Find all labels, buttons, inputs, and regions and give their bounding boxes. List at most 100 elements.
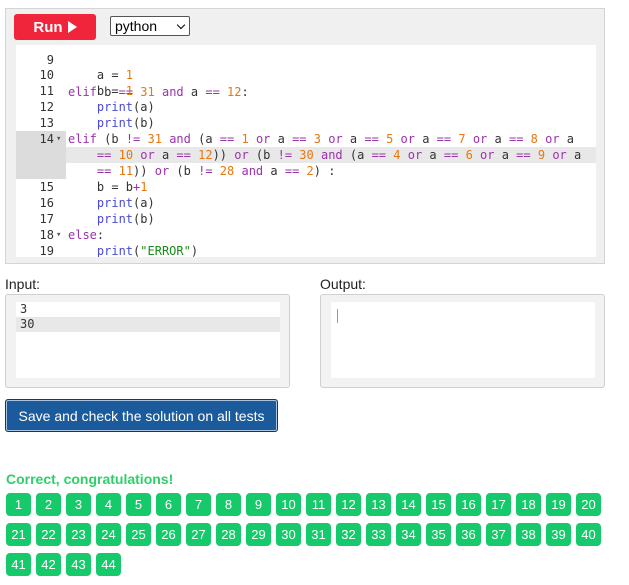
code-line: == 10 or a == 12)) or (b != 30 and (a ==… <box>16 147 596 163</box>
code-line: 16 print(a) <box>16 195 596 211</box>
code-text: b = b+1 <box>68 180 148 194</box>
code-editor[interactable]: 9 ▾ elif b == 31 and a == 12: 10 a = 111… <box>16 45 596 257</box>
test-badge[interactable]: 28 <box>216 523 241 546</box>
test-badge[interactable]: 1 <box>6 493 31 516</box>
test-badge[interactable]: 40 <box>576 523 601 546</box>
language-select[interactable]: python <box>110 16 190 36</box>
test-badge[interactable]: 30 <box>276 523 301 546</box>
test-badge[interactable]: 44 <box>96 553 121 576</box>
line-number: 18 <box>39 228 54 242</box>
chevron-down-icon <box>176 20 186 30</box>
code-line: 18 ▾ else: <box>16 227 596 243</box>
input-line: 3 <box>20 302 28 316</box>
test-badge[interactable]: 43 <box>66 553 91 576</box>
test-badge[interactable]: 11 <box>306 493 331 516</box>
test-badge[interactable]: 6 <box>156 493 181 516</box>
test-badge[interactable]: 22 <box>36 523 61 546</box>
code-text: else: <box>68 228 105 242</box>
code-line: 12 print(a) <box>16 99 596 115</box>
test-badge[interactable]: 10 <box>276 493 301 516</box>
test-badge[interactable]: 41 <box>6 553 31 576</box>
code-text: print(a) <box>96 100 155 114</box>
test-badge[interactable]: 15 <box>426 493 451 516</box>
code-text: == 10 or a == 12)) or (b != 30 and (a ==… <box>96 148 582 162</box>
input-label: Input: <box>5 276 41 292</box>
test-badge[interactable]: 35 <box>426 523 451 546</box>
test-badge[interactable]: 42 <box>36 553 61 576</box>
code-line-partial: 9 ▾ elif b == 31 and a == 12: <box>16 45 596 99</box>
code-text: print(b) <box>96 116 155 130</box>
line-number: 15 <box>39 180 54 194</box>
test-badge[interactable]: 19 <box>546 493 571 516</box>
test-badge[interactable]: 8 <box>216 493 241 516</box>
code-text: print("ERROR") <box>96 244 199 257</box>
language-value: python <box>115 18 158 34</box>
code-line: 13 print(b) <box>16 115 596 131</box>
test-badge[interactable]: 38 <box>516 523 541 546</box>
test-badge[interactable]: 13 <box>366 493 391 516</box>
test-badge[interactable]: 16 <box>456 493 481 516</box>
code-editor-panel: Run python 9 ▾ elif b == 31 and a == 12:… <box>5 8 605 264</box>
test-badge[interactable]: 25 <box>126 523 151 546</box>
line-number: 11 <box>39 84 54 98</box>
input-line: 30 <box>16 317 280 332</box>
test-badge[interactable]: 9 <box>246 493 271 516</box>
code-text: elif (b != 31 and (a == 1 or a == 3 or a… <box>68 132 575 146</box>
result-message: Correct, congratulations! <box>6 471 174 487</box>
test-badge[interactable]: 26 <box>156 523 181 546</box>
output-label: Output: <box>320 276 366 292</box>
test-badge[interactable]: 31 <box>306 523 331 546</box>
line-number: 10 <box>39 68 54 82</box>
test-badge[interactable]: 2 <box>36 493 61 516</box>
test-badge[interactable]: 33 <box>366 523 391 546</box>
test-badge[interactable]: 37 <box>486 523 511 546</box>
test-badge[interactable]: 12 <box>336 493 361 516</box>
code-text: == 11)) or (b != 28 and a == 2) : <box>96 164 336 178</box>
code-line: 10 a = 1 <box>16 67 596 83</box>
line-number: 12 <box>39 100 54 114</box>
test-badge[interactable]: 39 <box>546 523 571 546</box>
text-cursor <box>337 309 338 323</box>
test-badge[interactable]: 23 <box>66 523 91 546</box>
input-editor[interactable]: 3 30 <box>16 302 280 378</box>
input-panel: 3 30 <box>5 294 290 388</box>
code-line: 15 b = b+1 <box>16 179 596 195</box>
code-text: a = 1 <box>68 68 134 82</box>
output-panel <box>320 294 605 388</box>
fold-arrow-icon[interactable]: ▾ <box>56 227 61 243</box>
line-number: 17 <box>39 212 54 226</box>
code-line: == 11)) or (b != 28 and a == 2) : <box>16 163 596 179</box>
test-badge[interactable]: 7 <box>186 493 211 516</box>
test-badge[interactable]: 24 <box>96 523 121 546</box>
test-badge[interactable]: 21 <box>6 523 31 546</box>
test-badge[interactable]: 4 <box>96 493 121 516</box>
editor-toolbar: Run python <box>6 9 604 45</box>
line-number: 9 <box>46 53 54 67</box>
line-number: 16 <box>39 196 54 210</box>
run-label: Run <box>33 18 63 36</box>
test-badge[interactable]: 20 <box>576 493 601 516</box>
line-number: 13 <box>39 116 54 130</box>
output-editor[interactable] <box>331 302 595 378</box>
test-badge[interactable]: 36 <box>456 523 481 546</box>
test-badge[interactable]: 5 <box>126 493 151 516</box>
fold-arrow-icon[interactable]: ▾ <box>56 131 61 147</box>
test-badge[interactable]: 14 <box>396 493 421 516</box>
test-badge[interactable]: 3 <box>66 493 91 516</box>
code-line: 14 ▾ elif (b != 31 and (a == 1 or a == 3 o… <box>16 131 596 147</box>
save-and-check-button[interactable]: Save and check the solution on all tests <box>5 399 278 432</box>
code-line: 11 b = 1 <box>16 83 596 99</box>
line-number: 14 <box>39 132 54 146</box>
code-text: print(b) <box>96 212 155 226</box>
code-text: b = 1 <box>68 84 134 98</box>
test-badge[interactable]: 17 <box>486 493 511 516</box>
play-icon <box>67 21 77 33</box>
test-badge[interactable]: 18 <box>516 493 541 516</box>
run-button[interactable]: Run <box>14 14 96 40</box>
test-badge[interactable]: 27 <box>186 523 211 546</box>
test-badge[interactable]: 34 <box>396 523 421 546</box>
test-badge[interactable]: 32 <box>336 523 361 546</box>
code-line: 17 print(b) <box>16 211 596 227</box>
test-badge[interactable]: 29 <box>246 523 271 546</box>
code-text: print(a) <box>96 196 155 210</box>
